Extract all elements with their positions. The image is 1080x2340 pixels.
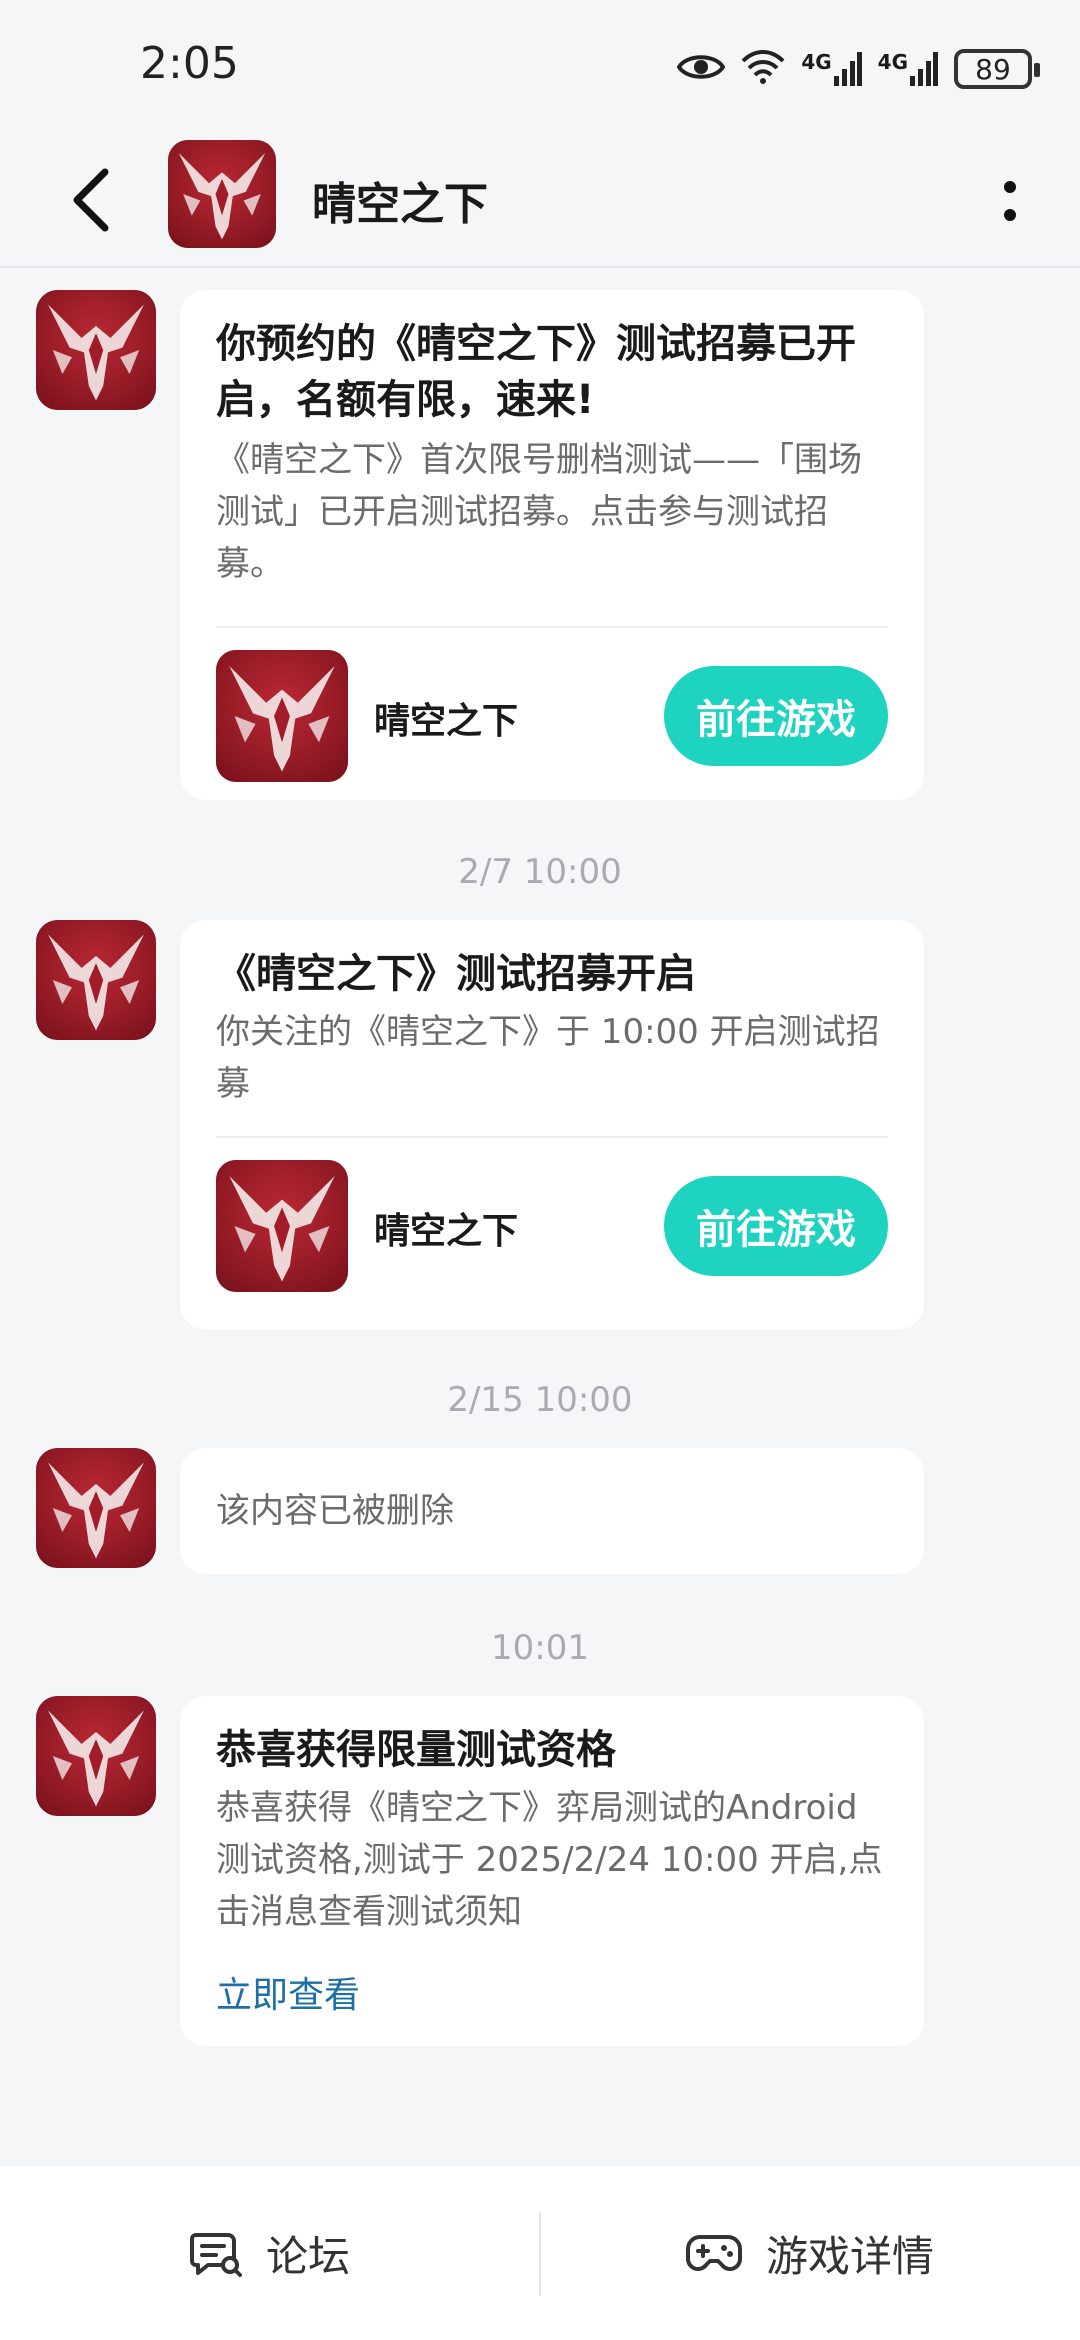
back-button[interactable] xyxy=(56,160,126,240)
forum-chat-icon xyxy=(189,2233,242,2277)
wifi-icon xyxy=(741,49,785,89)
timestamp: 2/7 10:00 xyxy=(458,852,622,892)
signal-4g-icon: 4G xyxy=(801,52,862,86)
message-body: 你关注的《晴空之下》于 10:00 开启测试招募 xyxy=(216,1012,880,1104)
message-card[interactable]: 你预约的《晴空之下》测试招募已开启，名额有限，速来! 《晴空之下》首次限号删档测… xyxy=(180,290,924,800)
message-title: 《晴空之下》测试招募开启 xyxy=(216,951,696,997)
status-icons: 4G 4G 89 xyxy=(676,44,1040,94)
game-icon[interactable] xyxy=(216,1160,348,1292)
status-time: 2:05 xyxy=(140,38,239,89)
more-vertical-icon xyxy=(1004,181,1016,221)
sender-avatar[interactable] xyxy=(36,1696,156,1816)
card-divider xyxy=(216,1136,888,1138)
card-divider xyxy=(216,626,888,628)
game-icon[interactable] xyxy=(216,650,348,782)
game-name: 晴空之下 xyxy=(374,701,519,742)
gamepad-icon xyxy=(685,2235,742,2271)
message-card[interactable]: 《晴空之下》测试招募开启 你关注的《晴空之下》于 10:00 开启测试招募 晴空… xyxy=(180,920,924,1330)
back-arrow-icon xyxy=(73,168,109,232)
message-card[interactable]: 恭喜获得限量测试资格 恭喜获得《晴空之下》弈局测试的Android测试资格,测试… xyxy=(180,1696,924,2046)
status-bar: 2:05 4G 4G 89 xyxy=(0,0,1080,138)
forum-label: 论坛 xyxy=(265,2231,350,2281)
page-title: 晴空之下 xyxy=(312,179,488,230)
go-to-game-button[interactable]: 前往游戏 xyxy=(664,666,888,766)
timestamp: 10:01 xyxy=(491,1628,589,1668)
game-row: 晴空之下 前往游戏 xyxy=(216,1160,888,1292)
game-name: 晴空之下 xyxy=(374,1211,519,1252)
sender-avatar[interactable] xyxy=(36,1448,156,1568)
more-options-button[interactable] xyxy=(980,166,1040,236)
message-card: 该内容已被删除 xyxy=(180,1448,924,1574)
deleted-message-text: 该内容已被删除 xyxy=(216,1491,454,1531)
header-game-avatar[interactable] xyxy=(168,140,276,248)
timestamp: 2/15 10:00 xyxy=(447,1380,633,1420)
view-now-link[interactable]: 立即查看 xyxy=(216,1966,360,2018)
signal-4g-icon: 4G xyxy=(878,52,938,86)
game-row: 晴空之下 前往游戏 xyxy=(216,650,888,782)
game-details-button[interactable]: 游戏详情 xyxy=(540,2166,1080,2340)
message-body: 《晴空之下》首次限号删档测试——「围场测试」已开启测试招募。点击参与测试招募。 xyxy=(216,440,862,584)
battery-icon: 89 xyxy=(954,49,1040,89)
message-title: 恭喜获得限量测试资格 xyxy=(216,1727,616,1773)
eye-icon xyxy=(676,50,726,88)
go-to-game-button[interactable]: 前往游戏 xyxy=(664,1176,888,1276)
message-body: 恭喜获得《晴空之下》弈局测试的Android测试资格,测试于 2025/2/24… xyxy=(216,1788,883,1932)
sender-avatar[interactable] xyxy=(36,920,156,1040)
game-details-label: 游戏详情 xyxy=(765,2231,934,2281)
sender-avatar[interactable] xyxy=(36,290,156,410)
bottom-bar: 论坛 游戏详情 xyxy=(0,2166,1080,2340)
message-title: 你预约的《晴空之下》测试招募已开启，名额有限，速来! xyxy=(216,321,856,423)
chat-header: 晴空之下 xyxy=(0,138,1080,268)
forum-button[interactable]: 论坛 xyxy=(0,2166,540,2340)
